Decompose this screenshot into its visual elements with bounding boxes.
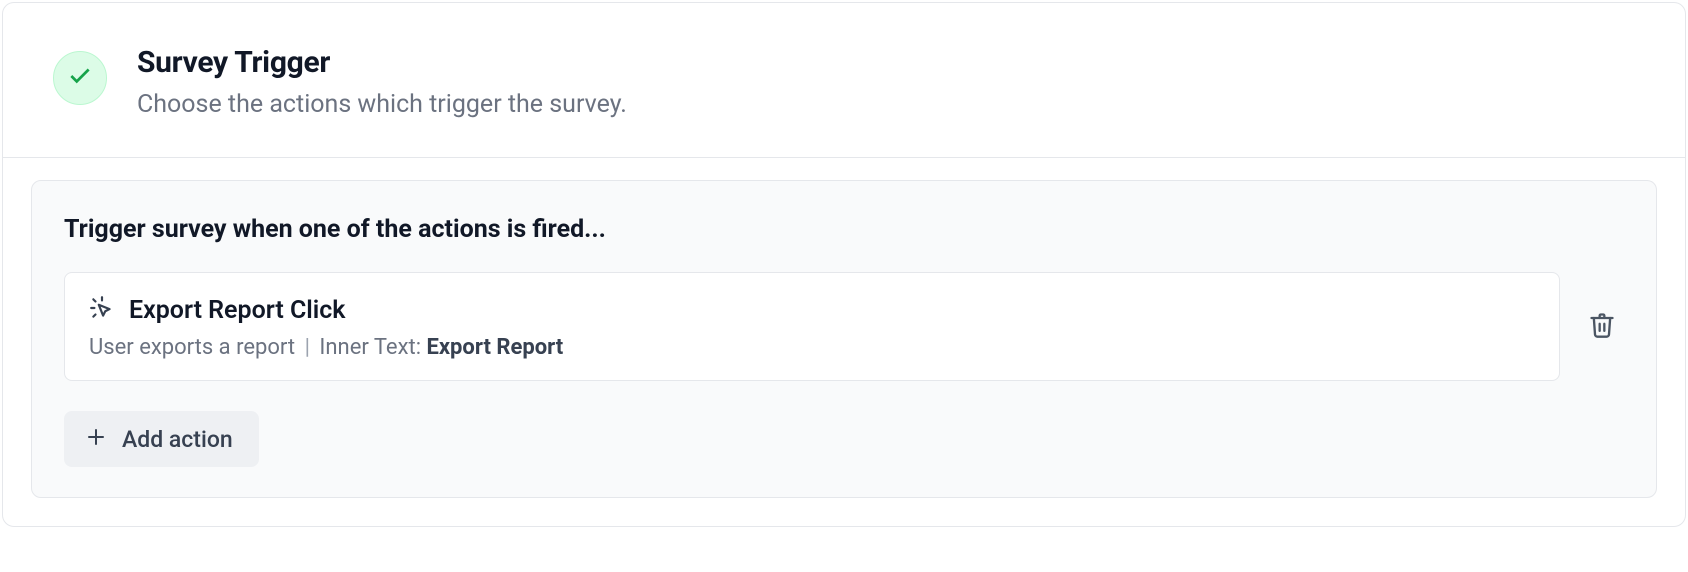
status-complete-badge	[53, 51, 107, 105]
panel-heading: Trigger survey when one of the actions i…	[64, 215, 1624, 244]
header-text-block: Survey Trigger Choose the actions which …	[137, 45, 627, 119]
separator: |	[295, 335, 319, 360]
action-description: User exports a report | Inner Text: Expo…	[89, 335, 1535, 360]
inner-text-value: Export Report	[426, 335, 563, 360]
plus-icon	[84, 425, 108, 453]
cursor-click-icon	[89, 295, 115, 325]
card-header: Survey Trigger Choose the actions which …	[3, 3, 1685, 158]
action-name: Export Report Click	[129, 296, 346, 325]
action-card[interactable]: Export Report Click User exports a repor…	[64, 272, 1560, 381]
header-title: Survey Trigger	[137, 45, 627, 80]
action-row: Export Report Click User exports a repor…	[64, 272, 1624, 381]
add-action-button[interactable]: Add action	[64, 411, 259, 467]
survey-trigger-card: Survey Trigger Choose the actions which …	[2, 2, 1686, 527]
inner-text-label: Inner Text:	[319, 335, 426, 360]
trash-icon	[1588, 311, 1616, 343]
check-icon	[67, 63, 93, 93]
action-title-row: Export Report Click	[89, 295, 1535, 325]
card-body: Trigger survey when one of the actions i…	[3, 158, 1685, 526]
header-subtitle: Choose the actions which trigger the sur…	[137, 90, 627, 119]
add-action-label: Add action	[122, 426, 233, 453]
action-description-text: User exports a report	[89, 335, 295, 360]
trigger-conditions-panel: Trigger survey when one of the actions i…	[31, 180, 1657, 498]
delete-action-button[interactable]	[1580, 303, 1624, 351]
